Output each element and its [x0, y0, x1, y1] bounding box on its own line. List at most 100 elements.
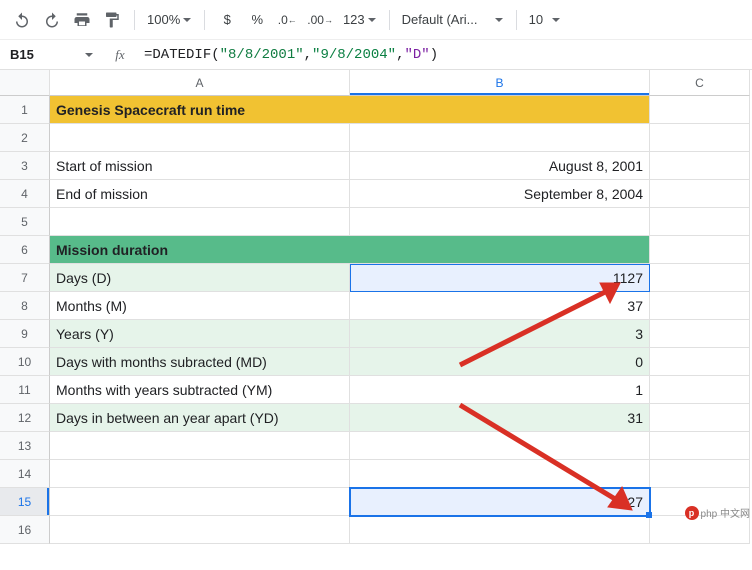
rows: 1 Genesis Spacecraft run time 2 3 Start …	[0, 96, 752, 544]
chevron-down-icon	[84, 50, 94, 60]
formula-bar: B15 fx =DATEDIF("8/8/2001","9/8/2004","D…	[0, 40, 752, 70]
spreadsheet-grid: A B C 1 Genesis Spacecraft run time 2 3 …	[0, 70, 752, 544]
row-header-4[interactable]: 4	[0, 180, 50, 208]
redo-button[interactable]	[38, 6, 66, 34]
chevron-down-icon	[494, 15, 504, 25]
cell-A10[interactable]: Days with months subracted (MD)	[50, 348, 350, 376]
cell-A9[interactable]: Years (Y)	[50, 320, 350, 348]
cell-A14[interactable]	[50, 460, 350, 488]
watermark-logo: p	[685, 506, 699, 520]
col-header-B[interactable]: B	[350, 70, 650, 96]
cell-B15[interactable]: 1127	[350, 488, 650, 516]
separator	[389, 10, 390, 30]
cell-B3[interactable]: August 8, 2001	[350, 152, 650, 180]
cell-C13[interactable]	[650, 432, 750, 460]
separator	[134, 10, 135, 30]
cell-C9[interactable]	[650, 320, 750, 348]
row-header-3[interactable]: 3	[0, 152, 50, 180]
separator	[204, 10, 205, 30]
cell-A8[interactable]: Months (M)	[50, 292, 350, 320]
column-headers: A B C	[0, 70, 752, 96]
cell-B14[interactable]	[350, 460, 650, 488]
cell-C7[interactable]	[650, 264, 750, 292]
cell-A1[interactable]: Genesis Spacecraft run time	[50, 96, 650, 124]
cell-C4[interactable]	[650, 180, 750, 208]
cell-B9[interactable]: 3	[350, 320, 650, 348]
cell-A4[interactable]: End of mission	[50, 180, 350, 208]
cell-C6[interactable]	[650, 236, 750, 264]
currency-button[interactable]: $	[213, 6, 241, 34]
cell-B2[interactable]	[350, 124, 650, 152]
font-dropdown[interactable]: Default (Ari...	[398, 6, 508, 34]
decrease-decimal-button[interactable]: .0←	[273, 6, 301, 34]
paint-format-button[interactable]	[98, 6, 126, 34]
cell-A12[interactable]: Days in between an year apart (YD)	[50, 404, 350, 432]
font-size-dropdown[interactable]: 10	[525, 6, 565, 34]
row-header-13[interactable]: 13	[0, 432, 50, 460]
cell-C10[interactable]	[650, 348, 750, 376]
cell-B12[interactable]: 31	[350, 404, 650, 432]
cell-A13[interactable]	[50, 432, 350, 460]
cell-A15[interactable]	[50, 488, 350, 516]
undo-button[interactable]	[8, 6, 36, 34]
row-header-16[interactable]: 16	[0, 516, 50, 544]
row-header-9[interactable]: 9	[0, 320, 50, 348]
cell-B7[interactable]: 1127	[350, 264, 650, 292]
separator	[516, 10, 517, 30]
cell-B5[interactable]	[350, 208, 650, 236]
cell-B4[interactable]: September 8, 2004	[350, 180, 650, 208]
row-header-2[interactable]: 2	[0, 124, 50, 152]
row-header-7[interactable]: 7	[0, 264, 50, 292]
font-size-value: 10	[529, 12, 543, 27]
zoom-dropdown[interactable]: 100%	[143, 6, 196, 34]
row-header-8[interactable]: 8	[0, 292, 50, 320]
select-all-corner[interactable]	[0, 70, 50, 96]
cell-A6[interactable]: Mission duration	[50, 236, 650, 264]
cell-C12[interactable]	[650, 404, 750, 432]
cell-A2[interactable]	[50, 124, 350, 152]
selection-handle[interactable]	[646, 512, 652, 518]
cell-A5[interactable]	[50, 208, 350, 236]
chevron-down-icon	[367, 15, 377, 25]
cell-B8[interactable]: 37	[350, 292, 650, 320]
cell-A7[interactable]: Days (D)	[50, 264, 350, 292]
cell-C16[interactable]	[650, 516, 750, 544]
increase-decimal-button[interactable]: .00→	[303, 6, 337, 34]
zoom-value: 100%	[147, 12, 180, 27]
row-header-11[interactable]: 11	[0, 376, 50, 404]
cell-C5[interactable]	[650, 208, 750, 236]
formula-input[interactable]: =DATEDIF("8/8/2001","9/8/2004","D")	[140, 47, 752, 63]
toolbar: 100% $ % .0← .00→ 123 Default (Ari... 10	[0, 0, 752, 40]
cell-C14[interactable]	[650, 460, 750, 488]
cell-A11[interactable]: Months with years subtracted (YM)	[50, 376, 350, 404]
cell-C8[interactable]	[650, 292, 750, 320]
col-header-A[interactable]: A	[50, 70, 350, 96]
cell-C3[interactable]	[650, 152, 750, 180]
font-name: Default (Ari...	[402, 12, 478, 27]
percent-button[interactable]: %	[243, 6, 271, 34]
cell-B13[interactable]	[350, 432, 650, 460]
fx-label: fx	[100, 47, 140, 63]
watermark: p php 中文网	[685, 505, 750, 520]
cell-C1[interactable]	[650, 96, 750, 124]
row-header-15[interactable]: 15	[0, 488, 50, 516]
name-box-value: B15	[10, 47, 34, 62]
row-header-5[interactable]: 5	[0, 208, 50, 236]
cell-B16[interactable]	[350, 516, 650, 544]
row-header-6[interactable]: 6	[0, 236, 50, 264]
chevron-down-icon	[182, 15, 192, 25]
col-header-C[interactable]: C	[650, 70, 750, 96]
row-header-14[interactable]: 14	[0, 460, 50, 488]
row-header-10[interactable]: 10	[0, 348, 50, 376]
print-button[interactable]	[68, 6, 96, 34]
cell-B10[interactable]: 0	[350, 348, 650, 376]
more-formats-dropdown[interactable]: 123	[339, 6, 381, 34]
cell-C2[interactable]	[650, 124, 750, 152]
name-box[interactable]: B15	[0, 47, 100, 62]
cell-A16[interactable]	[50, 516, 350, 544]
cell-C11[interactable]	[650, 376, 750, 404]
row-header-12[interactable]: 12	[0, 404, 50, 432]
row-header-1[interactable]: 1	[0, 96, 50, 124]
cell-A3[interactable]: Start of mission	[50, 152, 350, 180]
cell-B11[interactable]: 1	[350, 376, 650, 404]
